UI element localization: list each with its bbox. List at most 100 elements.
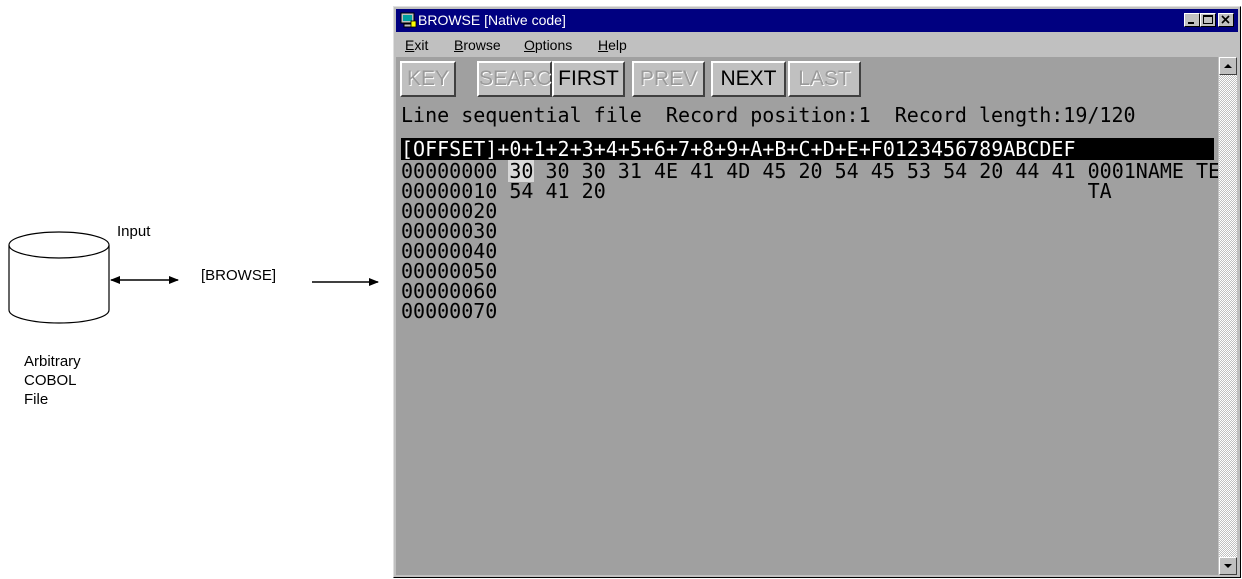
byte-cell[interactable]: 45: [762, 161, 786, 181]
row-offset: 00000030: [401, 219, 498, 243]
maximize-button[interactable]: [1200, 13, 1216, 27]
row-offset: 00000010: [401, 179, 498, 203]
column-header: +E: [834, 137, 859, 161]
key-button[interactable]: KEY: [400, 61, 456, 97]
byte-cells: [497, 281, 1087, 301]
browse-view[interactable]: KEY SEARCH FIRST PREV NEXT LAST Line seq…: [396, 57, 1218, 575]
last-button[interactable]: LAST: [788, 61, 861, 97]
hex-row: 00000000 30 30 30 31 4E 41 4D 45 20 54 4…: [401, 159, 1218, 183]
byte-cell[interactable]: 4E: [654, 161, 678, 181]
column-header: +4: [593, 137, 618, 161]
window-title: BROWSE [Native code]: [418, 12, 566, 28]
menu-browse[interactable]: Browse: [454, 37, 501, 54]
prev-button[interactable]: PREV: [632, 61, 705, 97]
close-icon: [1221, 15, 1230, 24]
column-header: +D: [810, 137, 835, 161]
hex-row: 00000040: [401, 241, 1088, 261]
hex-row: 00000070: [401, 301, 1088, 321]
file-label-line: Arbitrary: [24, 353, 81, 370]
byte-cell[interactable]: 4D: [726, 161, 750, 181]
file-label-line: File: [24, 391, 49, 408]
minimize-icon: [1188, 22, 1194, 24]
maximize-icon: [1203, 15, 1213, 24]
byte-cells: [497, 221, 1087, 241]
menu-bar: Exit Browse Options Help: [396, 34, 1238, 56]
byte-cell[interactable]: 41: [546, 181, 570, 201]
file-label-line: COBOL: [24, 372, 77, 389]
menu-help[interactable]: Help: [598, 37, 627, 54]
row-offset: 00000000: [401, 159, 498, 183]
byte-cell[interactable]: 20: [979, 161, 1003, 181]
hex-row: 00000030: [401, 221, 1088, 241]
column-header: +3: [569, 137, 594, 161]
byte-cell[interactable]: 44: [1015, 161, 1039, 181]
byte-cell[interactable]: 41: [690, 161, 714, 181]
first-button[interactable]: FIRST: [552, 61, 625, 97]
byte-cell[interactable]: 54: [835, 161, 859, 181]
ascii-cell: 0001NAME TEST DA: [1087, 159, 1218, 183]
hex-row: 00000020: [401, 201, 1088, 221]
hex-row: 00000060: [401, 281, 1088, 301]
minimize-button[interactable]: [1184, 13, 1200, 27]
row-offset: 00000020: [401, 199, 498, 223]
byte-cell[interactable]: 41: [1051, 161, 1075, 181]
column-header: +1: [521, 137, 546, 161]
byte-cell[interactable]: 20: [582, 181, 606, 201]
input-label: Input: [117, 223, 151, 240]
row-offset: 00000040: [401, 239, 498, 263]
diagram: [8, 231, 379, 324]
column-header: +2: [545, 137, 570, 161]
column-header: +F: [858, 137, 883, 161]
selected-byte-cell[interactable]: 30: [508, 160, 535, 182]
byte-cell[interactable]: 31: [618, 161, 642, 181]
scroll-up-icon: [1224, 64, 1232, 68]
byte-cell[interactable]: 54: [943, 161, 967, 181]
record-length: Record length:19/120: [894, 103, 1136, 127]
byte-cell[interactable]: 54: [509, 181, 533, 201]
byte-cells: [497, 301, 1087, 321]
byte-cells: 30 30 30 31 4E 41 4D 45 20 54 45 53 54 2…: [497, 160, 1087, 182]
hex-row: 00000010 54 41 20 TA: [401, 181, 1112, 201]
database-cylinder-icon: [8, 231, 110, 324]
offset-header: [OFFSET]: [401, 137, 498, 161]
byte-cells: [497, 201, 1087, 221]
column-header: +6: [641, 137, 666, 161]
vertical-scrollbar[interactable]: [1219, 57, 1237, 575]
row-offset: 00000070: [401, 299, 498, 323]
hex-header: [OFFSET] +0 +1 +2 +3 +4 +5 +6 +7 +8 +9 +…: [401, 138, 1214, 160]
scroll-down-icon: [1224, 564, 1232, 568]
file-type: Line sequential file: [401, 103, 642, 127]
next-button[interactable]: NEXT: [711, 61, 786, 97]
close-button[interactable]: [1218, 13, 1234, 27]
column-header: +0: [497, 137, 522, 161]
scroll-up-button[interactable]: [1219, 57, 1237, 75]
menu-exit[interactable]: Exit: [405, 37, 428, 54]
row-offset: 00000060: [401, 279, 498, 303]
byte-cell[interactable]: 20: [799, 161, 823, 181]
byte-cell[interactable]: 45: [871, 161, 895, 181]
scroll-down-button[interactable]: [1219, 557, 1237, 575]
column-header: +5: [617, 137, 642, 161]
column-header: +9: [714, 137, 739, 161]
browse-window: BROWSE [Native code] Exit Browse Options…: [393, 6, 1241, 578]
row-offset: 00000050: [401, 259, 498, 283]
ascii-cell: TA: [1087, 179, 1112, 203]
byte-cell[interactable]: 30: [546, 161, 570, 181]
column-header: +7: [665, 137, 691, 161]
byte-cells: 54 41 20: [497, 181, 1087, 201]
column-header: +B: [762, 137, 787, 161]
file-label: Arbitrary COBOL File: [24, 352, 81, 409]
hex-row: 00000050: [401, 261, 1088, 281]
menu-options[interactable]: Options: [524, 37, 572, 54]
column-header: +C: [786, 137, 811, 161]
byte-cells: [497, 261, 1087, 281]
status-line: Line sequential file Record position:1 R…: [401, 105, 1136, 125]
byte-cell[interactable]: 30: [582, 161, 606, 181]
search-button[interactable]: SEARCH: [477, 61, 567, 97]
byte-cells: [497, 241, 1087, 261]
record-position: Record position:1: [665, 103, 871, 127]
title-bar[interactable]: BROWSE [Native code]: [396, 9, 1238, 32]
browse-label: [BROWSE]: [201, 267, 277, 284]
byte-cell[interactable]: 53: [907, 161, 931, 181]
app-icon[interactable]: [400, 12, 417, 28]
